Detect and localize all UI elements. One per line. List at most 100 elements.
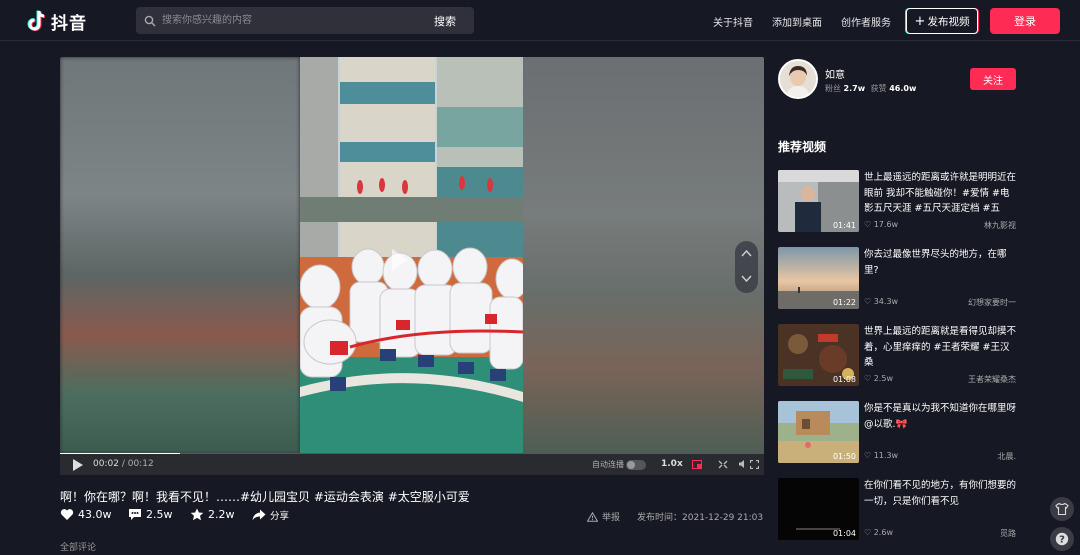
publish-time-label: 发布时间： [637,513,683,523]
share-button[interactable]: 分享 [252,508,289,522]
video-title: 啊！你在哪？啊！我看不见！……#幼儿园宝贝 #运动会表演 #太空服小可爱 [60,490,470,504]
chevron-up-icon[interactable] [741,249,752,257]
fans-label: 粉丝 [825,84,841,93]
autoplay-label: 自动连播 [592,460,624,469]
video-frame[interactable] [300,57,523,454]
autoplay-toggle[interactable] [626,460,646,470]
logo-text: 抖音 [51,13,87,34]
fullscreen-icon[interactable] [750,460,759,469]
heart-outline-icon: ♡ [864,297,872,306]
author-stats: 粉丝 2.7w 获赞 46.0w [825,83,916,94]
recommended-author: 林九影视 [984,221,1016,230]
video-blur-left [60,57,300,454]
avatar-image [780,61,816,97]
douyin-logo[interactable]: 抖音 [26,9,87,34]
recommended-heading: 推荐视频 [778,140,827,154]
share-label: 分享 [270,511,290,522]
comment-icon [129,509,141,520]
recommended-meta: ♡ 2.6w 觅路 [864,528,1016,538]
recommended-thumbnail: 01:04 [778,478,859,540]
douyin-note-icon [27,10,46,31]
upload-video-button[interactable]: + 发布视频 [906,8,978,34]
playback-speed[interactable]: 1.0x [661,459,683,469]
recommended-author: 觅路 [1000,529,1016,538]
author-name[interactable]: 如意 [825,66,845,81]
current-time: 00:02 [93,459,119,469]
tshirt-icon [1055,503,1069,515]
publish-time: 发布时间：2021-12-29 21:03 [637,510,763,523]
webpage-fullscreen-icon[interactable] [718,460,728,469]
top-header: 抖音 搜索 关于抖音 添加到桌面 创作者服务 + 发布视频 登录 [0,0,1080,41]
nav-add-to-desktop[interactable]: 添加到桌面 [772,14,822,29]
search-button[interactable]: 搜索 [416,13,474,29]
like-button[interactable]: 43.0w [60,508,112,521]
author-avatar[interactable] [778,59,818,99]
favorite-count: 2.2w [208,508,235,521]
video-frame-image [300,57,523,454]
mini-player-icon[interactable] [692,460,702,469]
volume-icon[interactable] [738,459,748,469]
follow-button[interactable]: 关注 [970,68,1016,90]
heart-outline-icon: ♡ [864,528,872,537]
favorite-button[interactable]: 2.2w [190,508,235,521]
recommended-likes: 2.5w [873,374,893,383]
play-icon[interactable] [73,459,83,471]
recommended-likes: 2.6w [873,528,893,537]
recommended-video-3[interactable]: 01:08 世界上最远的距离就是看得见却摸不着，心里痒痒的 #王者荣耀 #王汉桑… [778,324,1018,386]
recommended-thumbnail: 01:41 [778,170,859,232]
duration: 01:08 [832,375,856,384]
play-overlay-icon[interactable] [392,249,408,271]
time-display: 00:02 / 00:12 [93,459,154,469]
like-count: 43.0w [78,508,112,521]
publish-time-value: 2021-12-29 21:03 [682,513,764,523]
search-input[interactable] [160,14,416,27]
recommended-video-1[interactable]: 01:41 世上最遥远的距离或许就是明明近在眼前 我却不能触碰你！#爱情 #电影… [778,170,1018,232]
nav-creator-service[interactable]: 创作者服务 [841,14,891,29]
recommended-title: 世上最遥远的距离或许就是明明近在眼前 我却不能触碰你！#爱情 #电影五尺天涯 #… [864,172,1017,214]
recommended-author: 王者荣耀桑杰 [968,375,1016,384]
player-controls: 00:02 / 00:12 自动连播 1.0x [60,454,764,475]
all-comments-heading: 全部评论 [60,543,97,553]
comment-count: 2.5w [146,508,173,521]
recommended-meta: ♡ 17.6w 林九影视 [864,220,1016,230]
video-blur-right [523,57,764,454]
nav-about-douyin[interactable]: 关于抖音 [713,14,753,29]
duration: 01:22 [832,298,856,307]
recommended-title: 你是不是真以为我不知道你在哪里呀@以歌.🎀 [864,403,1017,430]
duration: 01:50 [832,452,856,461]
recommended-title: 世界上最远的距离就是看得见却摸不着，心里痒痒的 #王者荣耀 #王汉桑 [864,326,1017,368]
svg-text:?: ? [1059,535,1065,546]
recommended-video-4[interactable]: 01:50 你是不是真以为我不知道你在哪里呀@以歌.🎀 ♡ 11.3w 北晨. [778,401,1018,463]
recommended-title: 在你们看不见的地方，有你们想要的一切，只是你们看不见 [864,480,1017,507]
recommended-meta: ♡ 34.3w 幻想家要时一 [864,297,1016,307]
upload-video-label: 发布视频 [927,15,970,28]
star-icon [190,508,204,521]
autoplay-toggle-knob [627,461,635,469]
login-button[interactable]: 登录 [990,8,1060,34]
report-button[interactable]: 举报 [587,510,620,523]
recommended-video-2[interactable]: 01:22 你去过最像世界尽头的地方，在哪里? ♡ 34.3w 幻想家要时一 [778,247,1018,309]
recommended-meta: ♡ 11.3w 北晨. [864,451,1016,461]
clothing-button[interactable] [1050,497,1074,521]
recommended-thumbnail: 01:08 [778,324,859,386]
recommended-thumbnail: 01:50 [778,401,859,463]
duration: 01:41 [832,221,856,230]
chevron-down-icon[interactable] [741,275,752,283]
comment-button[interactable]: 2.5w [128,508,173,521]
video-player[interactable] [60,57,764,454]
plus-icon: + [914,13,926,29]
recommended-meta: ♡ 2.5w 王者荣耀桑杰 [864,374,1016,384]
recommended-likes: 17.6w [873,220,899,229]
likes-count: 46.0w [889,84,917,93]
recommended-video-5[interactable]: 01:04 在你们看不见的地方，有你们想要的一切，只是你们看不见 ♡ 2.6w … [778,478,1018,540]
search-icon [144,15,156,26]
duration: 01:04 [832,529,856,538]
heart-outline-icon: ♡ [864,451,872,460]
recommended-author: 幻想家要时一 [968,298,1016,307]
recommended-likes: 34.3w [873,297,899,306]
heart-icon [60,509,74,520]
question-icon: ? [1055,532,1069,546]
heart-outline-icon: ♡ [864,374,872,383]
time-separator: / [121,459,125,469]
help-button[interactable]: ? [1050,527,1074,551]
